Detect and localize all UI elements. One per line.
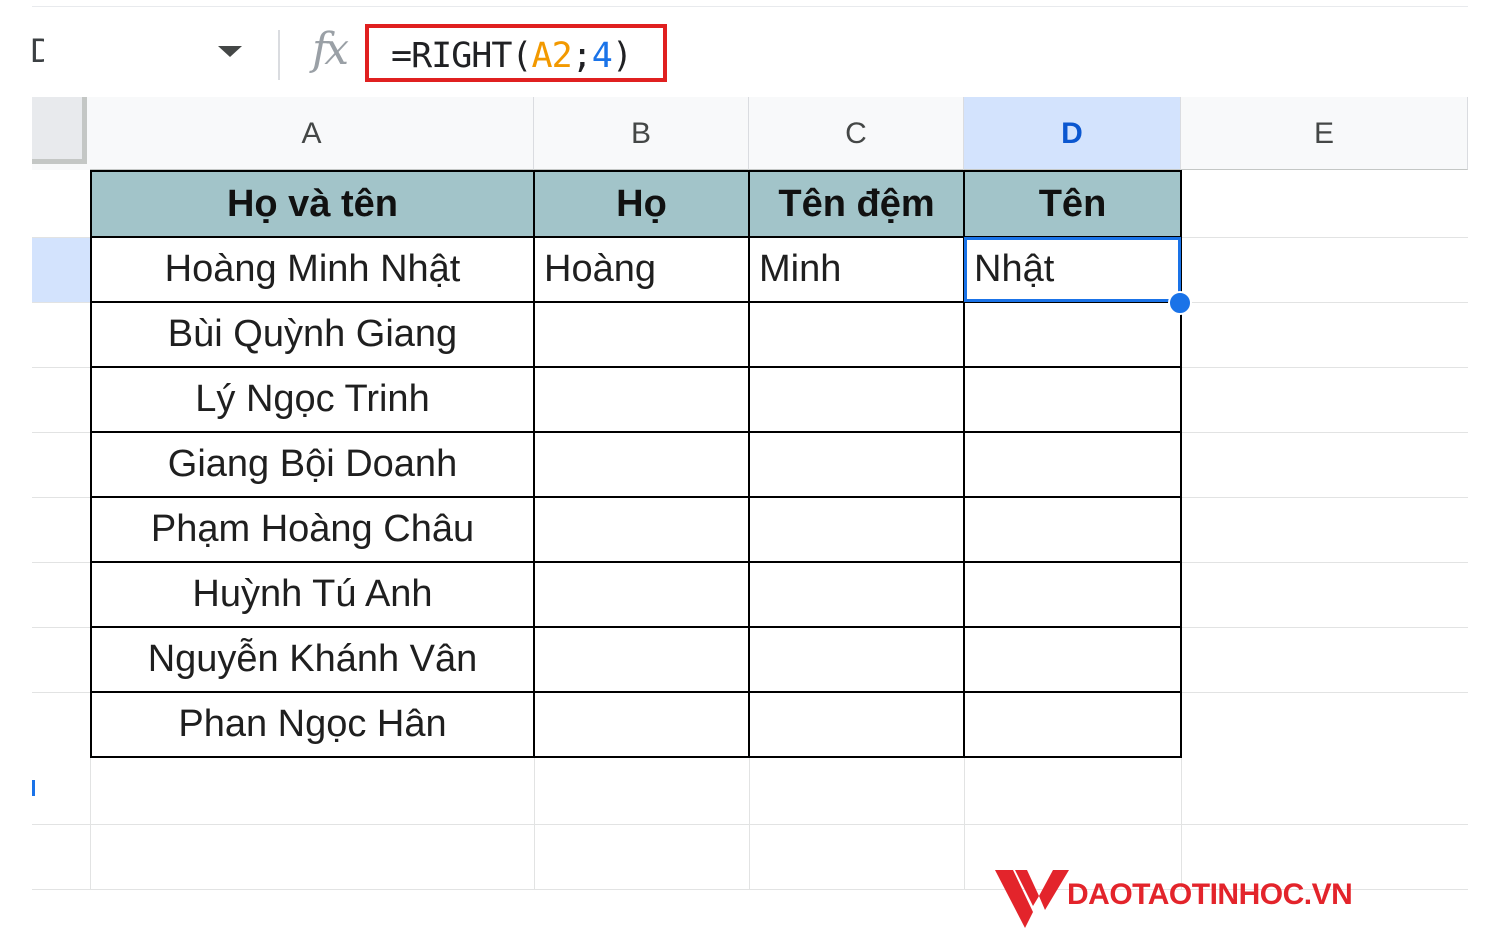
chevron-down-icon[interactable]: [218, 46, 242, 57]
table-border: [90, 431, 1182, 433]
table-header-cell[interactable]: Họ: [534, 172, 749, 237]
table-cell-name[interactable]: Phạm Hoàng Châu: [91, 497, 534, 562]
table-border: [90, 366, 1182, 368]
table-border: [748, 170, 750, 758]
gridline: [32, 824, 1468, 825]
table-cell-name[interactable]: Hoàng Minh Nhật: [91, 237, 534, 302]
row-header-selected[interactable]: [32, 237, 90, 302]
formula-separator: ;: [571, 36, 593, 76]
active-cell-selection[interactable]: [964, 237, 1181, 302]
formula-bar: D2 fx =RIGHT(A2;4): [0, 0, 1500, 100]
row-header-marker: [32, 780, 35, 796]
column-header-d[interactable]: D: [964, 97, 1181, 170]
fx-icon: fx: [312, 24, 349, 75]
formula-text[interactable]: =RIGHT(A2;4): [391, 36, 633, 76]
table-header-cell[interactable]: Tên đệm: [749, 172, 964, 237]
toolbar-divider: [32, 6, 1468, 7]
select-all-corner[interactable]: [32, 97, 90, 170]
gridline: [749, 757, 750, 890]
table-border: [90, 626, 1182, 628]
name-box[interactable]: D2: [30, 26, 250, 78]
column-header-b[interactable]: B: [534, 97, 749, 170]
column-header-e[interactable]: E: [1181, 97, 1468, 170]
formula-suffix: ): [611, 36, 633, 76]
table-cell-name[interactable]: Phan Ngọc Hân: [91, 692, 534, 757]
column-header-a[interactable]: A: [90, 97, 534, 170]
table-cell-ho[interactable]: Hoàng: [534, 237, 749, 302]
gridline: [534, 757, 535, 890]
brand-logo-icon: [995, 870, 1069, 928]
column-header-c[interactable]: C: [749, 97, 964, 170]
gridline: [964, 757, 965, 890]
table-cell-ten-dem[interactable]: Minh: [749, 237, 964, 302]
brand-logo-text: DAOTAOTINHOC.VN: [1067, 878, 1353, 911]
table-header-cell[interactable]: Tên: [964, 172, 1181, 237]
name-box-value[interactable]: D2: [30, 32, 44, 71]
table-cell-name[interactable]: Nguyễn Khánh Vân: [91, 627, 534, 692]
fill-handle[interactable]: [1168, 291, 1192, 315]
table-border: [90, 756, 1182, 758]
formula-input[interactable]: =RIGHT(A2;4): [365, 24, 667, 82]
table-border: [90, 691, 1182, 693]
table-header-cell[interactable]: Họ và tên: [91, 172, 534, 237]
select-all-box[interactable]: [32, 97, 87, 164]
spreadsheet-grid[interactable]: A B C D E Họ và tên Họ Tên đệm Tên Hoàng…: [0, 97, 1500, 928]
table-border: [90, 170, 92, 758]
formula-number-argument: 4: [591, 36, 613, 76]
table-cell-name[interactable]: Huỳnh Tú Anh: [91, 562, 534, 627]
table-cell-name[interactable]: Bùi Quỳnh Giang: [91, 302, 534, 367]
table-border: [90, 496, 1182, 498]
formula-prefix: =RIGHT(: [391, 36, 533, 76]
table-cell-name[interactable]: Giang Bội Doanh: [91, 432, 534, 497]
table-border: [90, 561, 1182, 563]
table-border: [90, 170, 1182, 172]
brand-logo: DAOTAOTINHOC.VN: [995, 862, 1415, 932]
formula-cell-reference: A2: [531, 36, 573, 76]
table-border: [533, 170, 535, 758]
table-cell-name[interactable]: Lý Ngọc Trinh: [91, 367, 534, 432]
formula-bar-separator: [278, 30, 280, 80]
